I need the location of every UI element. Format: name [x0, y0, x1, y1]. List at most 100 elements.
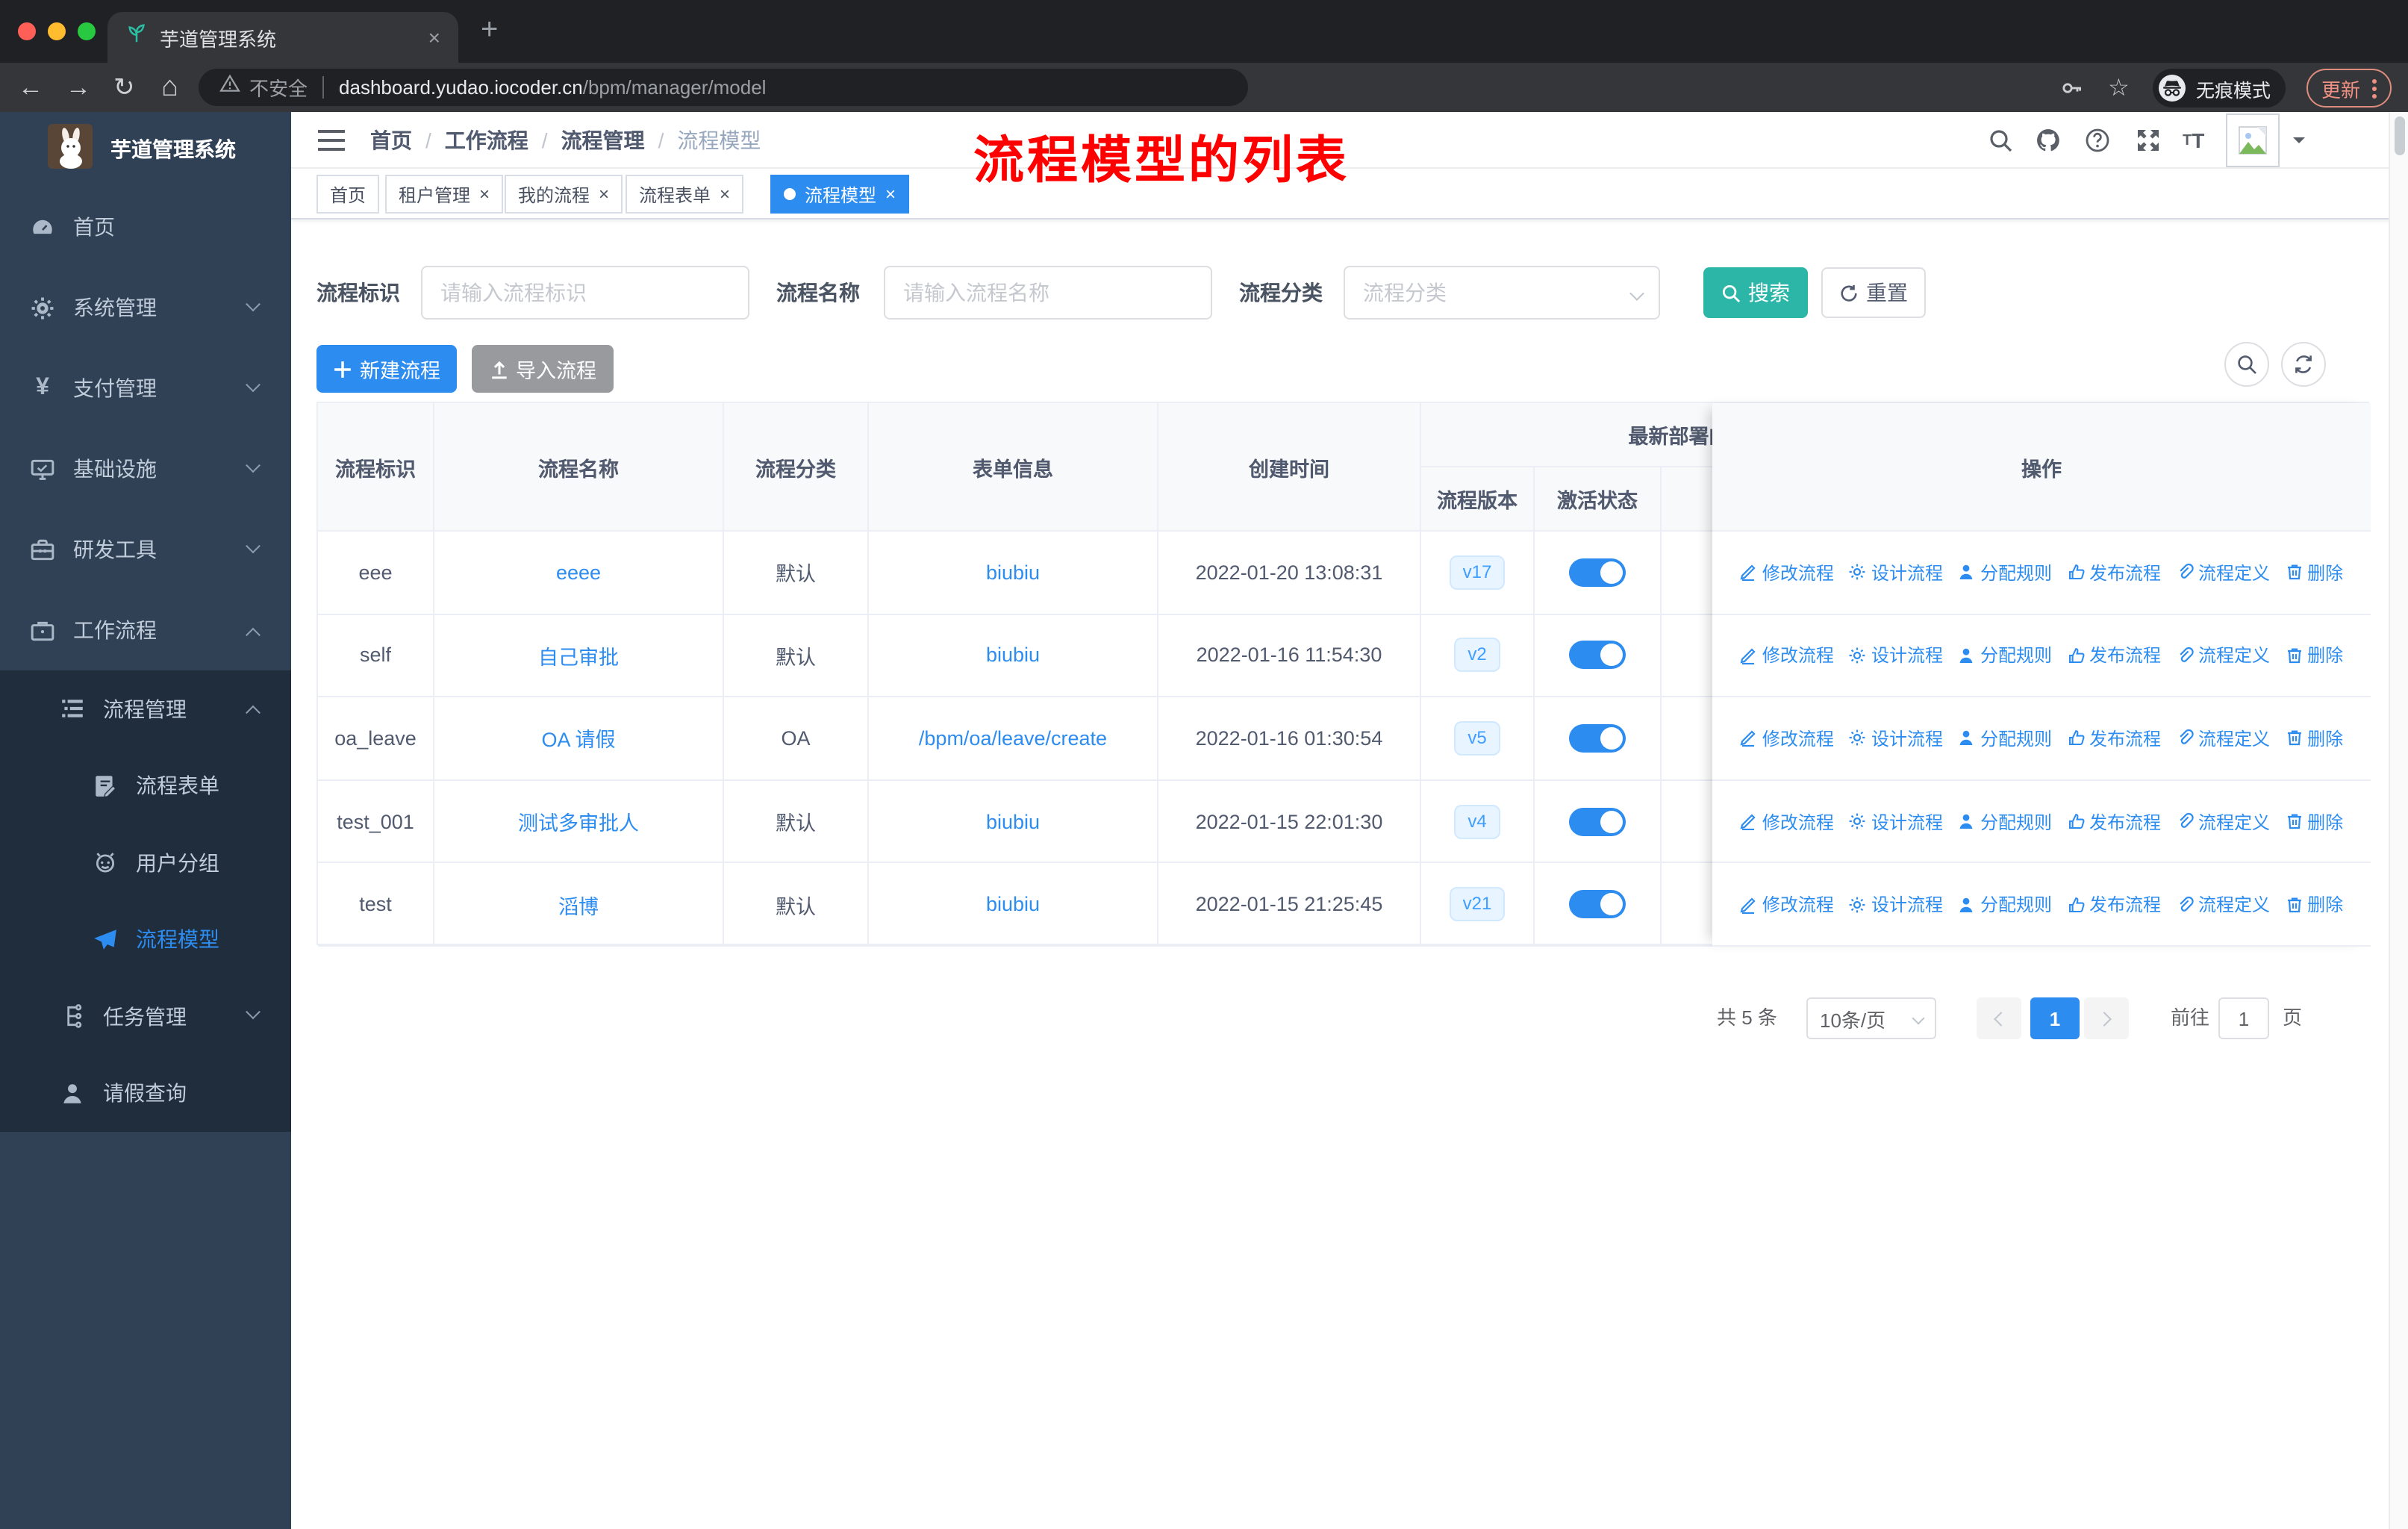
- search-toggle-button[interactable]: [2224, 342, 2269, 387]
- process-name-input[interactable]: [884, 266, 1212, 320]
- design-process-link[interactable]: 设计流程: [1849, 891, 1943, 917]
- active-toggle[interactable]: [1569, 558, 1626, 587]
- breadcrumb-home[interactable]: 首页: [370, 125, 412, 155]
- sidebar-item-infra[interactable]: 基础设施: [0, 429, 291, 509]
- reload-icon[interactable]: ↻: [113, 63, 135, 112]
- back-icon[interactable]: ←: [18, 63, 43, 112]
- next-page-button[interactable]: [2084, 997, 2129, 1039]
- logo-row[interactable]: 芋道管理系统: [0, 112, 291, 187]
- sidebar-item-system[interactable]: 系统管理: [0, 267, 291, 348]
- tag-home[interactable]: 首页: [316, 175, 380, 214]
- bookmark-star-icon[interactable]: ☆: [2108, 63, 2130, 112]
- sidebar-item-payment[interactable]: ¥ 支付管理: [0, 348, 291, 429]
- font-size-icon[interactable]: TT: [2183, 112, 2204, 169]
- sidebar-item-home[interactable]: 首页: [0, 187, 291, 267]
- assign-rule-link[interactable]: 分配规则: [1958, 560, 2052, 585]
- sidebar-item-process-model[interactable]: 流程模型: [0, 901, 291, 978]
- help-icon[interactable]: [2084, 112, 2111, 169]
- new-tab-button[interactable]: +: [481, 13, 498, 48]
- form-link[interactable]: /bpm/oa/leave/create: [919, 727, 1107, 750]
- github-icon[interactable]: [2035, 112, 2062, 169]
- current-page-button[interactable]: 1: [2030, 997, 2080, 1039]
- process-definition-link[interactable]: 流程定义: [2176, 726, 2270, 751]
- modify-process-link[interactable]: 修改流程: [1740, 809, 1834, 834]
- delete-link[interactable]: 删除: [2285, 560, 2343, 585]
- design-process-link[interactable]: 设计流程: [1849, 726, 1943, 751]
- modify-process-link[interactable]: 修改流程: [1740, 643, 1834, 668]
- active-toggle[interactable]: [1569, 890, 1626, 919]
- publish-process-link[interactable]: 发布流程: [2067, 726, 2161, 751]
- close-window-button[interactable]: [18, 22, 36, 40]
- assign-rule-link[interactable]: 分配规则: [1958, 726, 2052, 751]
- active-toggle[interactable]: [1569, 723, 1626, 753]
- sidebar-item-process-form[interactable]: 流程表单: [0, 747, 291, 824]
- sidebar-item-user-group[interactable]: 用户分组: [0, 824, 291, 901]
- hamburger-icon[interactable]: [318, 130, 345, 151]
- publish-process-link[interactable]: 发布流程: [2067, 891, 2161, 917]
- address-bar[interactable]: 不安全 dashboard.yudao.iocoder.cn/bpm/manag…: [199, 69, 1248, 106]
- process-name-link[interactable]: 自己审批: [538, 641, 619, 670]
- publish-process-link[interactable]: 发布流程: [2067, 560, 2161, 585]
- assign-rule-link[interactable]: 分配规则: [1958, 891, 2052, 917]
- assign-rule-link[interactable]: 分配规则: [1958, 809, 2052, 834]
- design-process-link[interactable]: 设计流程: [1849, 809, 1943, 834]
- import-process-button[interactable]: 导入流程: [472, 345, 614, 393]
- active-toggle[interactable]: [1569, 641, 1626, 670]
- menu-dots-icon[interactable]: [2372, 78, 2377, 98]
- tag-close-icon[interactable]: ×: [720, 185, 730, 203]
- delete-link[interactable]: 删除: [2285, 726, 2343, 751]
- process-name-link[interactable]: eeee: [556, 561, 601, 584]
- page-size-select[interactable]: 10条/页: [1806, 997, 1936, 1039]
- breadcrumb-workflow[interactable]: 工作流程: [445, 125, 528, 155]
- reset-button[interactable]: 重置: [1821, 267, 1926, 318]
- tag-process-form[interactable]: 流程表单 ×: [626, 175, 744, 214]
- update-chip[interactable]: 更新: [2306, 69, 2392, 108]
- search-icon[interactable]: [1987, 112, 2014, 169]
- forward-icon[interactable]: →: [66, 63, 91, 112]
- sidebar-item-process-manage[interactable]: 流程管理: [0, 670, 291, 747]
- zoom-window-button[interactable]: [78, 22, 96, 40]
- refresh-table-button[interactable]: [2281, 342, 2326, 387]
- tab-close-icon[interactable]: ×: [428, 27, 440, 48]
- process-definition-link[interactable]: 流程定义: [2176, 891, 2270, 917]
- prev-page-button[interactable]: [1977, 997, 2021, 1039]
- fullscreen-icon[interactable]: [2135, 112, 2162, 169]
- goto-page-input[interactable]: [2218, 997, 2269, 1039]
- search-button[interactable]: 搜索: [1703, 267, 1808, 318]
- modify-process-link[interactable]: 修改流程: [1740, 560, 1834, 585]
- active-toggle[interactable]: [1569, 807, 1626, 836]
- process-name-link[interactable]: 测试多审批人: [518, 806, 639, 836]
- form-link[interactable]: biubiu: [986, 893, 1040, 915]
- process-definition-link[interactable]: 流程定义: [2176, 560, 2270, 585]
- publish-process-link[interactable]: 发布流程: [2067, 643, 2161, 668]
- home-icon[interactable]: ⌂: [161, 63, 178, 112]
- process-definition-link[interactable]: 流程定义: [2176, 643, 2270, 668]
- key-icon[interactable]: [2060, 63, 2084, 112]
- security-label[interactable]: 不安全: [249, 73, 308, 102]
- process-name-link[interactable]: OA 请假: [541, 723, 615, 753]
- delete-link[interactable]: 删除: [2285, 809, 2343, 834]
- tag-close-icon[interactable]: ×: [599, 185, 609, 203]
- design-process-link[interactable]: 设计流程: [1849, 643, 1943, 668]
- tag-my-process[interactable]: 我的流程 ×: [505, 175, 623, 214]
- design-process-link[interactable]: 设计流程: [1849, 560, 1943, 585]
- form-link[interactable]: biubiu: [986, 644, 1040, 667]
- sidebar-item-devtools[interactable]: 研发工具: [0, 509, 291, 590]
- tag-close-icon[interactable]: ×: [479, 185, 490, 203]
- page-scrollbar[interactable]: [2389, 112, 2408, 1529]
- delete-link[interactable]: 删除: [2285, 643, 2343, 668]
- process-name-link[interactable]: 滔博: [558, 889, 599, 919]
- modify-process-link[interactable]: 修改流程: [1740, 891, 1834, 917]
- sidebar-item-leave-query[interactable]: 请假查询: [0, 1055, 291, 1132]
- publish-process-link[interactable]: 发布流程: [2067, 809, 2161, 834]
- process-key-input[interactable]: [421, 266, 749, 320]
- assign-rule-link[interactable]: 分配规则: [1958, 643, 2052, 668]
- minimize-window-button[interactable]: [48, 22, 66, 40]
- scrollbar-thumb[interactable]: [2395, 116, 2405, 155]
- avatar[interactable]: [2226, 113, 2280, 167]
- avatar-caret-icon[interactable]: [2293, 137, 2305, 149]
- sidebar-item-workflow[interactable]: 工作流程: [0, 590, 291, 670]
- browser-tab[interactable]: 芋道管理系统 ×: [107, 12, 458, 63]
- modify-process-link[interactable]: 修改流程: [1740, 726, 1834, 751]
- tag-process-model[interactable]: 流程模型 ×: [770, 175, 910, 214]
